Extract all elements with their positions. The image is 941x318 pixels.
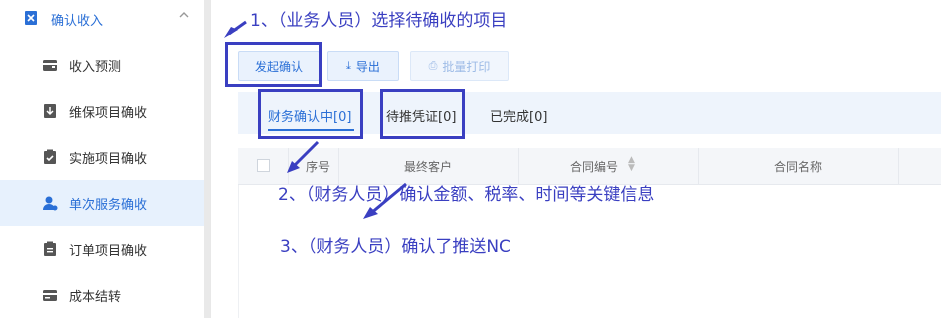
sidebar-item-revenue-forecast[interactable]: 收入预测 — [0, 42, 210, 88]
highlight-box-tab-pending — [380, 89, 465, 139]
annotation-step2: 2、（财务人员）确认金额、税率、时间等关键信息 — [278, 185, 655, 205]
sidebar-item-label: 单次服务确收 — [69, 198, 148, 213]
sidebar-item-maintenance-confirm[interactable]: 维保项目确收 — [0, 88, 210, 134]
sidebar-item-single-service-confirm[interactable]: 单次服务确收 — [0, 180, 210, 226]
invoice-icon — [23, 10, 39, 26]
column-separator — [698, 148, 699, 184]
card-icon — [42, 287, 58, 303]
column-separator — [898, 148, 899, 184]
export-button[interactable]: ⤓ 导出 — [327, 51, 399, 81]
sidebar-item-label: 维保项目确收 — [69, 106, 148, 121]
printer-icon: ⎙ — [428, 59, 438, 72]
column-header-customer: 最终客户 — [404, 160, 453, 174]
sidebar-group-label: 确认收入 — [51, 14, 104, 29]
column-header-index: 序号 — [306, 160, 331, 174]
column-separator — [518, 148, 519, 184]
annotation-step1: 1、（业务人员）选择待确收的项目 — [250, 11, 508, 31]
chevron-up-icon[interactable] — [178, 9, 190, 21]
highlight-box-tab-confirming — [258, 89, 363, 139]
tab-completed[interactable]: 已完成[0] — [490, 106, 547, 125]
column-separator — [288, 148, 289, 184]
sidebar-item-label: 订单项目确收 — [69, 244, 148, 259]
annotation-step3: 3、（财务人员）确认了推送NC — [280, 237, 511, 257]
sidebar-item-order-confirm[interactable]: 订单项目确收 — [0, 226, 210, 272]
sidebar-group-header[interactable]: 确认收入 — [0, 0, 210, 38]
select-all-checkbox[interactable] — [257, 159, 270, 172]
sidebar: 确认收入 收入预测 维保项目确收 实施项目确收 单次服务确收 订单项目确收 成本… — [0, 0, 211, 318]
column-separator — [338, 148, 339, 184]
sidebar-item-cost-carryover[interactable]: 成本结转 — [0, 272, 210, 318]
batch-print-label: 批量打印 — [442, 59, 491, 74]
user-icon — [42, 195, 58, 211]
clipboard-check-icon — [42, 149, 58, 165]
download-icon: ⤓ — [346, 59, 351, 72]
wallet-icon — [42, 57, 58, 73]
column-header-contract-name: 合同名称 — [774, 160, 823, 174]
sidebar-item-implementation-confirm[interactable]: 实施项目确收 — [0, 134, 210, 180]
batch-print-button[interactable]: ⎙ 批量打印 — [410, 51, 509, 81]
export-label: 导出 — [355, 59, 380, 74]
sidebar-item-label: 收入预测 — [69, 60, 122, 75]
sidebar-item-label: 成本结转 — [69, 290, 122, 305]
sort-icon[interactable]: ▲ ▼ — [628, 156, 635, 173]
clipboard-icon — [42, 241, 58, 257]
sidebar-item-label: 实施项目确收 — [69, 152, 148, 167]
download-doc-icon — [42, 103, 58, 119]
highlight-box-initiate — [225, 42, 322, 87]
column-header-contract-no[interactable]: 合同编号 — [570, 158, 618, 175]
